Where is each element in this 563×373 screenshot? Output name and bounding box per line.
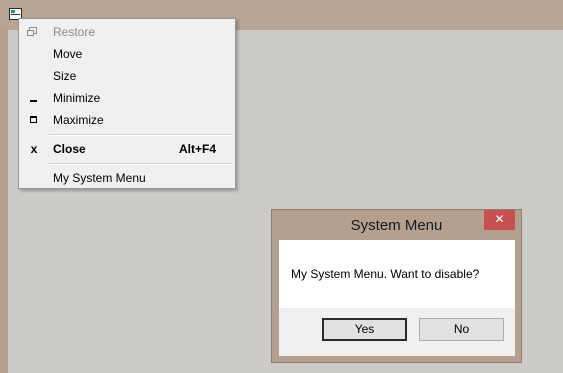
message-box-dialog: System Menu ✕ My System Menu. Want to di…: [271, 209, 522, 363]
yes-button[interactable]: Yes: [322, 318, 407, 341]
menu-item-close[interactable]: x Close Alt+F4: [19, 138, 235, 160]
menu-item-restore: Restore: [19, 21, 235, 43]
close-icon: ✕: [494, 212, 505, 226]
maximize-icon: [30, 116, 37, 123]
menu-item-label: Size: [53, 69, 77, 83]
no-button[interactable]: No: [419, 318, 504, 341]
menu-item-label: My System Menu: [53, 171, 146, 185]
menu-item-label: Move: [53, 47, 83, 61]
close-icon: x: [30, 142, 38, 156]
minimize-icon: [30, 100, 37, 102]
dialog-body: My System Menu. Want to disable? Yes No: [279, 240, 515, 356]
menu-item-maximize[interactable]: Maximize: [19, 109, 235, 131]
menu-item-label: Restore: [53, 25, 96, 39]
menu-item-label: Maximize: [53, 113, 104, 127]
menu-item-size[interactable]: Size: [19, 65, 235, 87]
dialog-button-bar: Yes No: [279, 308, 515, 356]
menu-separator: [49, 163, 233, 165]
dialog-close-button[interactable]: ✕: [484, 210, 515, 230]
menu-item-label: Close: [53, 142, 86, 156]
menu-separator: [49, 134, 233, 136]
dialog-message: My System Menu. Want to disable?: [291, 267, 480, 281]
menu-item-label: Minimize: [53, 91, 101, 105]
menu-item-my-system-menu[interactable]: My System Menu: [19, 167, 235, 189]
restore-icon: [27, 27, 37, 36]
menu-item-accelerator: Alt+F4: [179, 142, 217, 156]
menu-item-minimize[interactable]: Minimize: [19, 87, 235, 109]
system-menu: Restore Move Size Minimize Maximize x Cl…: [18, 18, 236, 189]
menu-item-move[interactable]: Move: [19, 43, 235, 65]
